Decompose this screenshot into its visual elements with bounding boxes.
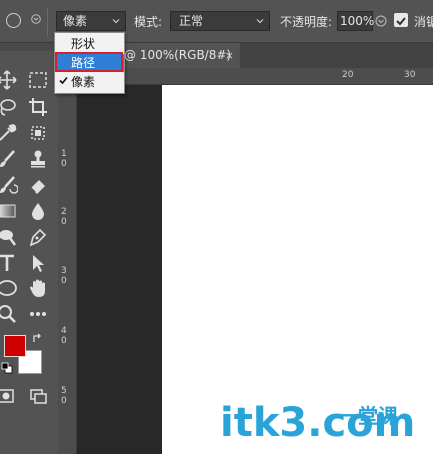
menu-item-shape[interactable]: 形状: [55, 35, 124, 53]
zoom-icon[interactable]: [0, 303, 18, 325]
opacity-field[interactable]: 100%: [337, 11, 375, 31]
antialias-label: 消锯: [414, 15, 433, 29]
menu-item-label: 像素: [71, 75, 96, 89]
horizontal-ruler: 20 30: [76, 68, 433, 85]
frame-icon[interactable]: [27, 122, 49, 144]
more-icon[interactable]: [27, 303, 49, 325]
swap-colors-icon[interactable]: [32, 333, 44, 345]
vertical-ruler: 1 0 2 0 3 0 4 0 5 0: [58, 68, 77, 454]
eyedropper-icon[interactable]: [0, 122, 18, 144]
tool-mode-value: 像素: [63, 14, 88, 28]
menu-item-label: 路径: [71, 56, 96, 70]
watermark-cn-text: 一堂课: [338, 404, 398, 428]
watermark: itk3.com 一堂课: [220, 398, 420, 454]
chevron-down-icon: [112, 19, 120, 24]
pen-icon[interactable]: [27, 226, 49, 248]
brush-icon[interactable]: [0, 148, 18, 170]
chevron-down-icon[interactable]: [375, 15, 387, 27]
chevron-down-icon[interactable]: [31, 14, 41, 24]
ruler-label: 0: [61, 276, 67, 286]
stamp-icon[interactable]: [27, 148, 49, 170]
antialias-checkbox[interactable]: [394, 13, 408, 27]
ellipse-icon: [6, 13, 21, 28]
ellipse-tool-icon[interactable]: [0, 277, 18, 299]
lasso-icon[interactable]: [0, 96, 18, 118]
checkmark-icon: [396, 17, 406, 26]
gradient-icon[interactable]: [0, 200, 18, 222]
ruler-label: 4: [61, 326, 67, 336]
eraser-icon[interactable]: [27, 174, 49, 196]
opacity-value: 100%: [340, 14, 375, 28]
menu-item-path[interactable]: 路径: [55, 54, 124, 72]
ruler-label: 0: [61, 396, 67, 406]
ellipse-tool-preset[interactable]: [6, 13, 24, 29]
document-tab-title: @ 100%(RGB/8#): [124, 48, 232, 62]
foreground-color-swatch[interactable]: [4, 335, 26, 357]
blend-mode-select[interactable]: 正常: [170, 11, 270, 31]
hand-icon[interactable]: [27, 277, 49, 299]
blend-mode-value: 正常: [179, 14, 204, 28]
options-separator: [47, 8, 48, 36]
crop-icon[interactable]: [27, 96, 49, 118]
tools-panel-grip[interactable]: [0, 43, 58, 51]
close-icon[interactable]: ×: [225, 43, 234, 68]
path-select-icon[interactable]: [27, 252, 49, 274]
tool-mode-menu: 形状 路径 像素: [54, 32, 125, 94]
ruler-label: 30: [404, 70, 416, 80]
move-icon[interactable]: [0, 69, 18, 91]
dodge-icon[interactable]: [0, 226, 18, 248]
type-icon[interactable]: [0, 252, 18, 274]
blur-icon[interactable]: [27, 200, 49, 222]
blend-mode-label: 模式:: [134, 15, 163, 29]
ruler-label: 0: [61, 159, 67, 169]
ruler-label: 20: [342, 70, 354, 80]
menu-item-pixels[interactable]: 像素: [55, 73, 124, 91]
ruler-label: 5: [61, 386, 67, 396]
opacity-label: 不透明度:: [280, 15, 333, 29]
screen-mode-icon[interactable]: [27, 386, 49, 408]
ruler-label: 2: [61, 207, 67, 217]
ruler-label: 3: [61, 266, 67, 276]
ruler-label: 0: [61, 217, 67, 227]
tool-mode-select[interactable]: 像素: [56, 11, 126, 31]
document-tab[interactable]: @ 100%(RGB/8#) ×: [116, 43, 240, 68]
checkmark-icon: [59, 76, 68, 85]
marquee-icon[interactable]: [27, 69, 49, 91]
history-brush-icon[interactable]: [0, 174, 19, 196]
menu-item-label: 形状: [71, 37, 96, 51]
chevron-down-icon: [256, 19, 264, 24]
default-colors-icon[interactable]: [1, 362, 13, 374]
ruler-label: 0: [61, 336, 67, 346]
ruler-label: 1: [61, 149, 67, 159]
quick-mask-icon[interactable]: [0, 386, 18, 408]
